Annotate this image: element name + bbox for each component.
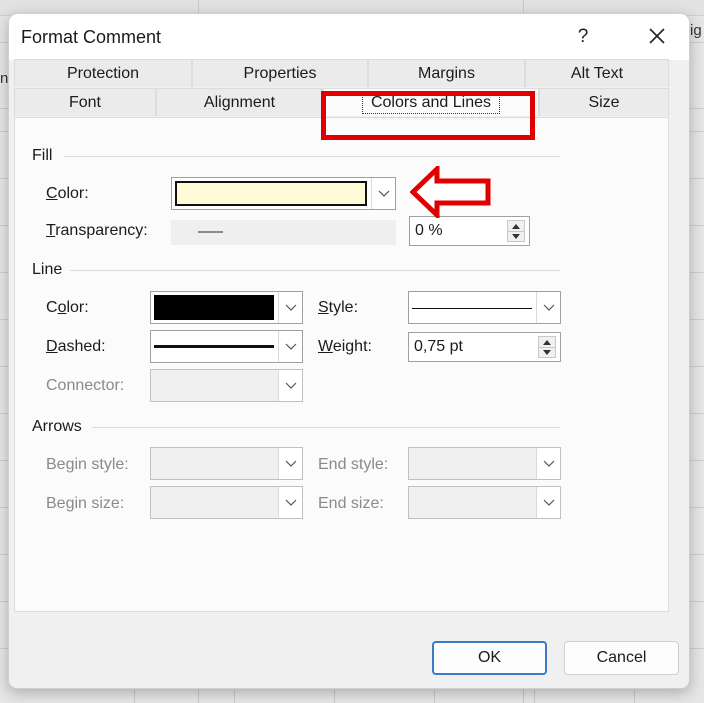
chevron-down-icon [278,448,302,479]
grid-line [534,690,535,703]
chevron-down-icon [278,487,302,518]
label-text: C [46,299,58,316]
tab-font[interactable]: Font [14,88,156,116]
label-text: eight: [332,338,372,355]
spin-down-button[interactable] [539,347,555,357]
end-style-label: End style: [318,456,389,473]
chevron-down-icon [536,448,560,479]
cancel-button[interactable]: Cancel [564,641,679,675]
dash-style-sample [154,344,274,348]
fill-heading: Fill [32,147,53,164]
line-divider [70,270,560,271]
tab-properties[interactable]: Properties [192,59,368,87]
line-color-dropdown[interactable] [150,291,303,324]
fill-color-dropdown[interactable] [171,177,396,210]
chevron-down-icon [278,370,302,401]
dashed-dropdown[interactable] [150,330,303,363]
begin-style-dropdown[interactable] [150,447,303,480]
connector-dropdown[interactable] [150,369,303,402]
tab-size[interactable]: Size [539,88,669,116]
chevron-down-icon [278,331,302,362]
arrows-heading: Arrows [32,418,82,435]
line-style-dropdown[interactable] [408,291,561,324]
close-button[interactable] [641,22,673,52]
transparency-label: Transparency: [46,222,148,240]
tab-colors-and-lines-label: Colors and Lines [361,92,501,114]
tab-row-front: Font Alignment Colors and Lines Size [14,88,669,116]
arrow-up-icon [543,339,551,345]
grid-line [134,690,135,703]
left-arrow-annotation-icon [410,166,491,218]
chevron-down-icon [536,487,560,518]
tab-protection[interactable]: Protection [14,59,192,87]
title-bar: Format Comment ? [9,14,689,60]
label-text: ashed: [57,338,106,355]
ok-button[interactable]: OK [432,641,547,675]
help-button[interactable]: ? [571,24,595,50]
arrow-down-icon [512,234,520,239]
label-text: tyle: [328,299,359,316]
spin-up-button[interactable] [508,221,524,231]
accelerator-key: D [46,338,58,355]
arrows-divider [92,427,560,428]
accelerator-key: C [46,185,58,202]
end-style-dropdown[interactable] [408,447,561,480]
line-heading: Line [32,261,63,278]
slider-thumb[interactable] [198,231,223,233]
label-text: ransparency: [55,222,148,239]
begin-style-label: Begin style: [46,456,129,473]
tab-alt-text[interactable]: Alt Text [525,59,669,87]
line-color-swatch [154,295,274,320]
weight-value: 0,75 pt [414,338,463,355]
line-color-label: Color: [46,299,89,317]
dashed-label: Dashed: [46,338,106,356]
chevron-down-icon [371,178,395,209]
grid-line [634,690,635,703]
arrow-down-icon [543,350,551,355]
connector-label: Connector: [46,377,125,394]
transparency-slider[interactable] [171,220,396,245]
dialog-title: Format Comment [21,27,162,47]
arrow-up-icon [512,223,520,229]
tab-colors-and-lines[interactable]: Colors and Lines [323,88,539,116]
line-style-sample [412,307,532,309]
background-cell-text: ig [690,22,702,39]
accelerator-key: W [318,338,333,355]
close-icon [649,28,665,44]
chevron-down-icon [278,292,302,323]
begin-size-label: Begin size: [46,495,125,512]
grid-line [434,690,435,703]
accelerator-key: T [46,222,56,239]
spinner-arrows [538,336,556,358]
spinner-arrows [507,220,525,242]
label-text: olor: [57,185,89,202]
fill-color-swatch [175,181,367,206]
fill-divider [64,156,560,157]
spin-down-button[interactable] [508,231,524,241]
chevron-down-icon [536,292,560,323]
tab-row-back: Protection Properties Margins Alt Text [14,59,669,87]
style-label: Style: [318,299,358,317]
end-size-dropdown[interactable] [408,486,561,519]
tab-alignment[interactable]: Alignment [156,88,323,116]
weight-spinner[interactable]: 0,75 pt [408,332,561,362]
end-size-label: End size: [318,495,384,512]
transparency-value: 0 % [415,222,443,239]
weight-label: Weight: [318,338,372,356]
fill-color-label: Color: [46,185,89,203]
label-text: lor: [66,299,89,316]
transparency-spinner[interactable]: 0 % [409,216,530,246]
spin-up-button[interactable] [539,337,555,347]
begin-size-dropdown[interactable] [150,486,303,519]
grid-line [234,690,235,703]
accelerator-key: S [318,299,329,316]
tab-margins[interactable]: Margins [368,59,525,87]
grid-line [334,690,335,703]
